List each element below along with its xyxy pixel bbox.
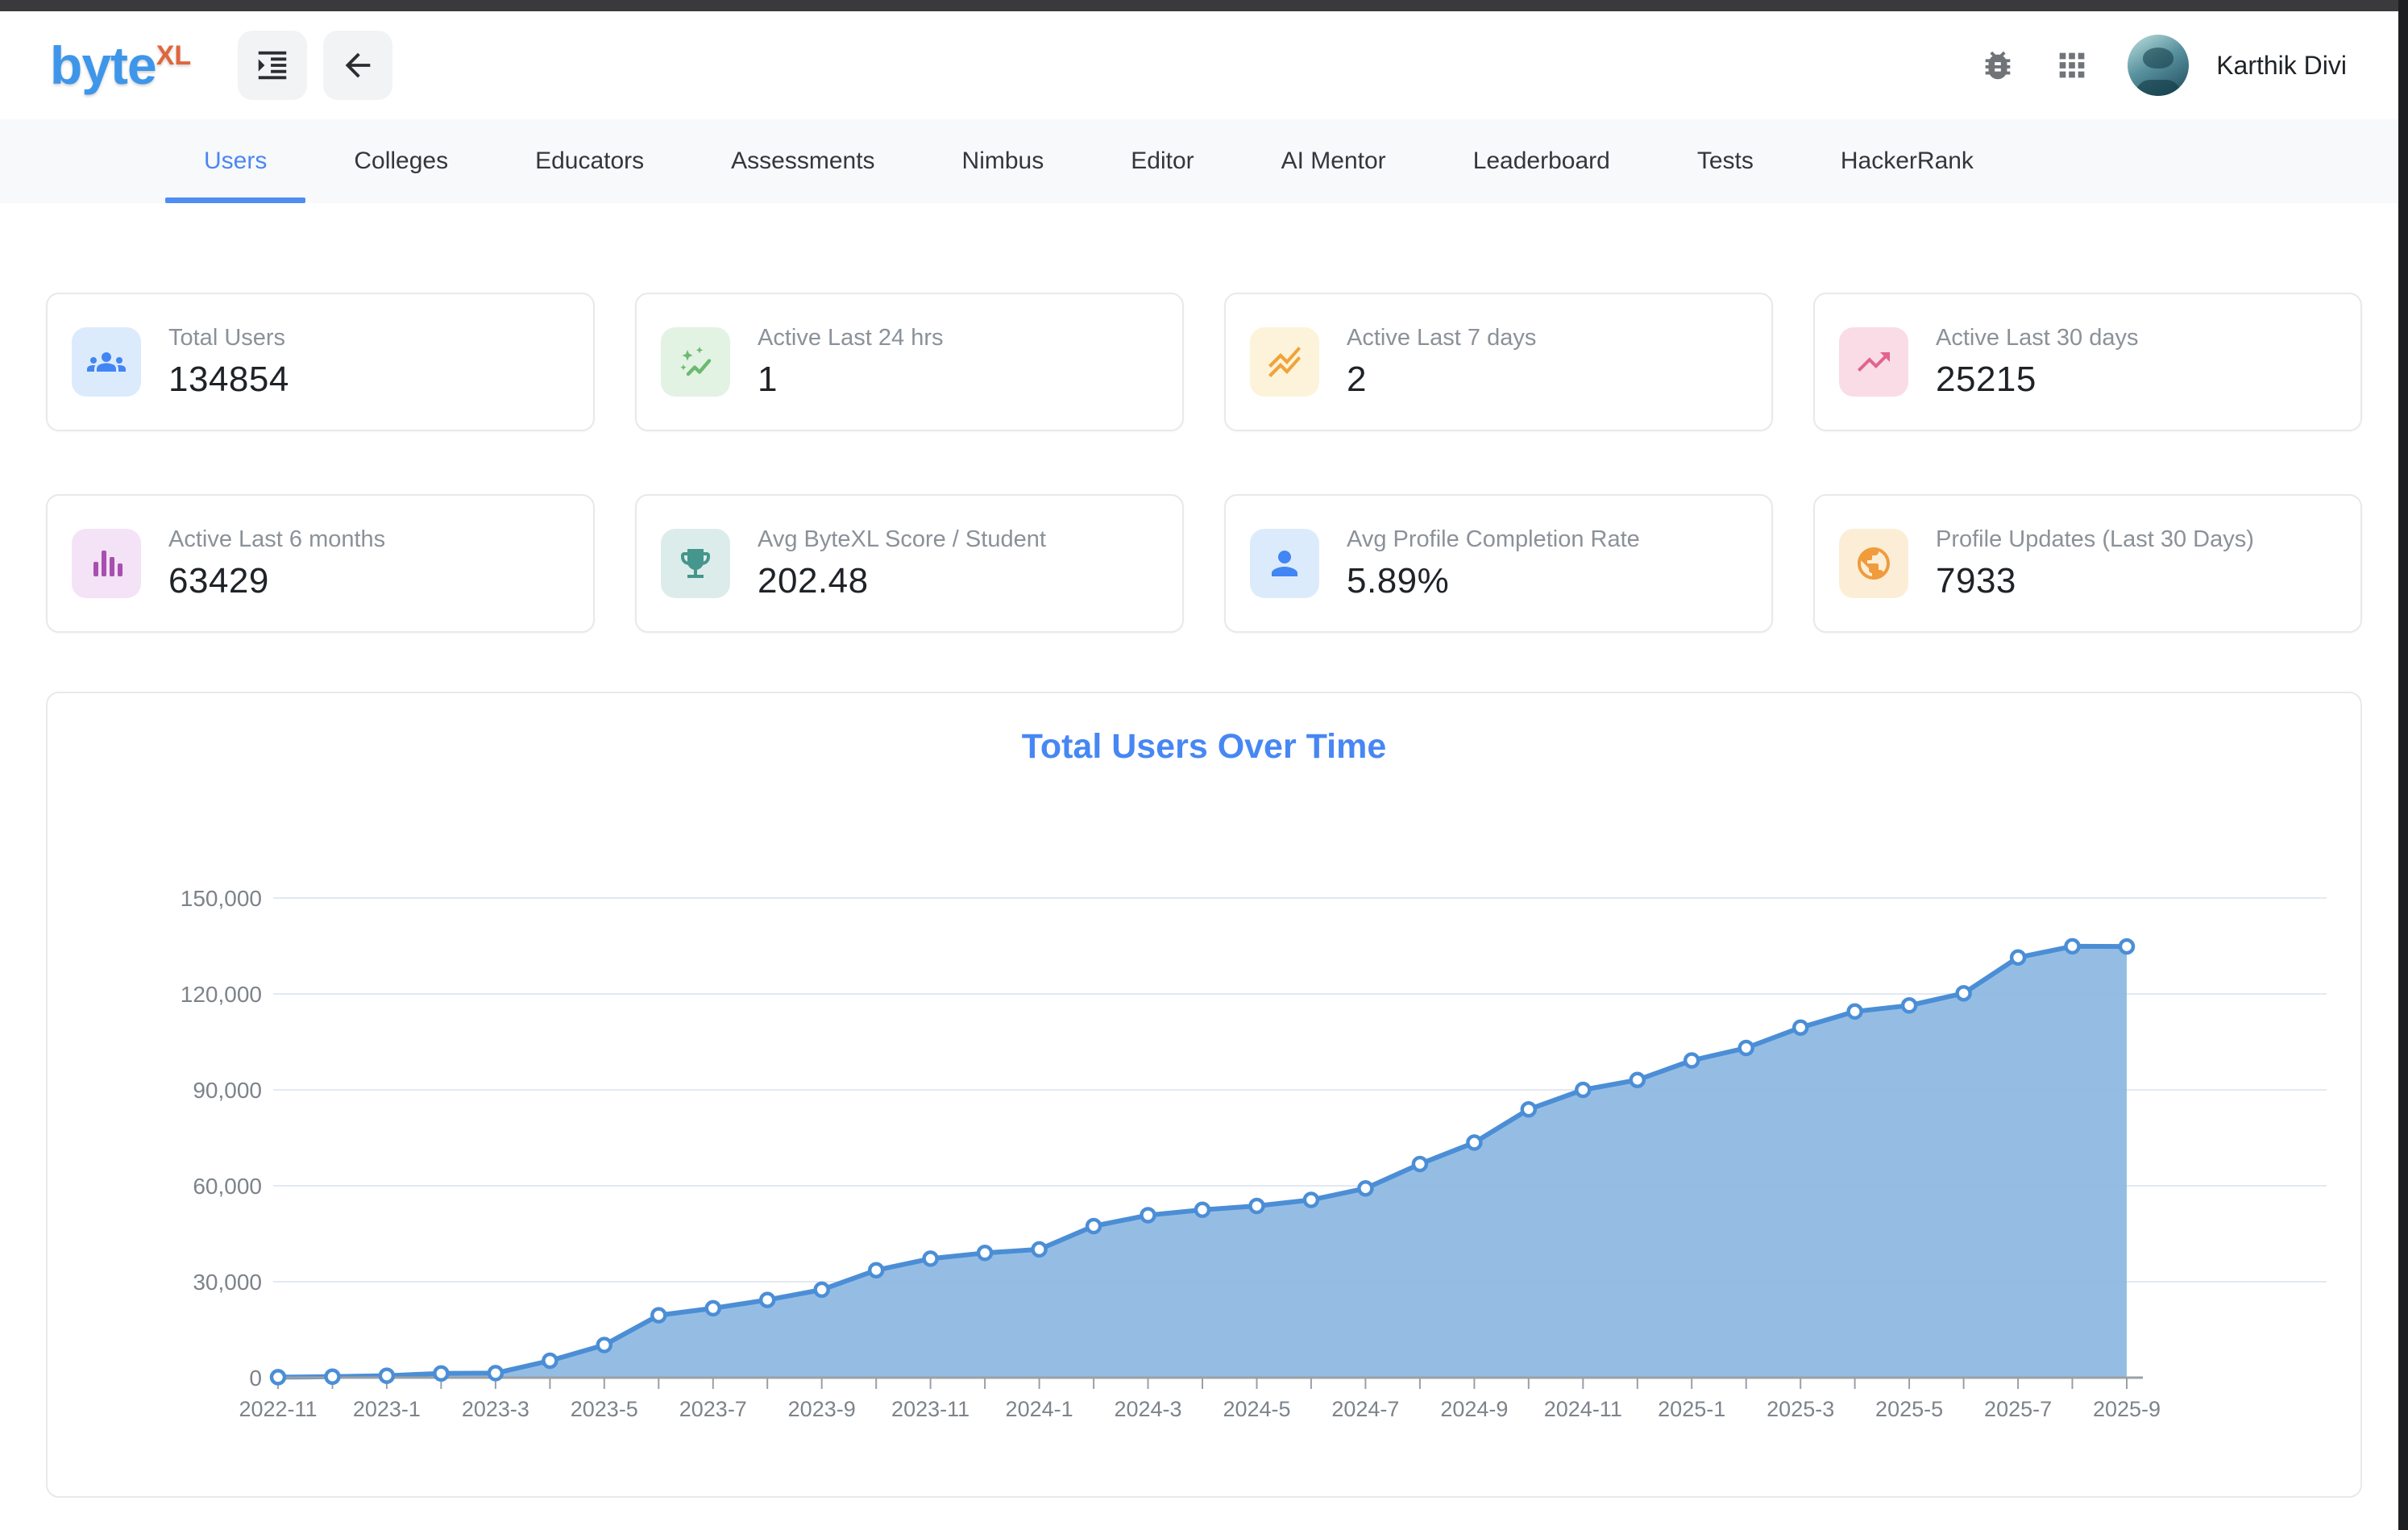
stat-card-value: 202.48 — [758, 561, 1046, 601]
bug-icon[interactable] — [1979, 47, 2016, 84]
stat-card-label: Avg Profile Completion Rate — [1347, 526, 1640, 553]
globe-icon — [1839, 529, 1908, 598]
bytexl-admin-dashboard: byte XL Karthik Divi UsersCollegesEducat… — [0, 0, 2408, 1530]
svg-text:2024-7: 2024-7 — [1331, 1397, 1399, 1421]
chart-title: Total Users Over Time — [48, 727, 2360, 767]
svg-text:2023-3: 2023-3 — [462, 1397, 529, 1421]
user-name[interactable]: Karthik Divi — [2216, 51, 2347, 81]
svg-text:2024-11: 2024-11 — [1544, 1397, 1622, 1421]
svg-text:2023-5: 2023-5 — [571, 1397, 638, 1421]
stat-card-label: Total Users — [168, 325, 289, 351]
svg-text:2023-11: 2023-11 — [891, 1397, 969, 1421]
stat-card: Active Last 6 months 63429 — [46, 494, 595, 633]
logo-suffix: XL — [156, 40, 191, 72]
total-users-over-time-chart: 0 30,000 60,000 90,000 120,000 150,000 2022-11… — [48, 774, 2360, 1451]
stat-card-value: 5.89% — [1347, 561, 1640, 601]
svg-text:2024-9: 2024-9 — [1440, 1397, 1508, 1421]
logo-text: byte — [50, 39, 156, 92]
tab-ai-mentor[interactable]: AI Mentor — [1243, 119, 1425, 203]
sidebar-toggle-button[interactable] — [238, 31, 307, 100]
svg-text:2024-3: 2024-3 — [1114, 1397, 1181, 1421]
back-arrow-icon — [339, 47, 376, 84]
stat-card-value: 2 — [1347, 360, 1536, 400]
stat-card-value: 7933 — [1936, 561, 2254, 601]
stat-card-value: 63429 — [168, 561, 385, 601]
stat-card-label: Active Last 6 months — [168, 526, 385, 553]
svg-text:2025-7: 2025-7 — [1984, 1397, 2052, 1421]
svg-text:30,000: 30,000 — [193, 1270, 262, 1295]
svg-text:120,000: 120,000 — [181, 982, 262, 1007]
svg-text:2024-5: 2024-5 — [1223, 1397, 1290, 1421]
svg-text:2025-3: 2025-3 — [1767, 1397, 1834, 1421]
window-top-strip — [0, 0, 2408, 11]
stat-card: Avg ByteXL Score / Student 202.48 — [635, 494, 1184, 633]
svg-text:150,000: 150,000 — [181, 886, 262, 911]
trophy-icon — [661, 529, 730, 598]
stat-card-label: Active Last 24 hrs — [758, 325, 944, 351]
tab-users[interactable]: Users — [165, 119, 305, 203]
stat-card-label: Avg ByteXL Score / Student — [758, 526, 1046, 553]
apps-grid-icon[interactable] — [2053, 47, 2090, 84]
svg-text:0: 0 — [249, 1366, 262, 1391]
stat-card-value: 134854 — [168, 360, 289, 400]
svg-text:90,000: 90,000 — [193, 1078, 262, 1103]
stat-card: Profile Updates (Last 30 Days) 7933 — [1813, 494, 2362, 633]
back-button[interactable] — [323, 31, 392, 100]
stat-card-label: Active Last 30 days — [1936, 325, 2138, 351]
stat-card-label: Profile Updates (Last 30 Days) — [1936, 526, 2254, 553]
stat-cards-grid: Total Users 134854 Active Last 24 hrs 1 … — [46, 293, 2362, 633]
app-header: byte XL Karthik Divi — [0, 11, 2408, 119]
users-group-icon — [72, 327, 141, 397]
person-icon — [1250, 529, 1319, 598]
indent-menu-icon — [254, 47, 291, 84]
stat-card: Avg Profile Completion Rate 5.89% — [1224, 494, 1773, 633]
svg-text:2024-1: 2024-1 — [1006, 1397, 1073, 1421]
tab-tests[interactable]: Tests — [1659, 119, 1792, 203]
tab-editor[interactable]: Editor — [1092, 119, 1232, 203]
svg-text:60,000: 60,000 — [193, 1174, 262, 1199]
stat-card-value: 1 — [758, 360, 944, 400]
tab-leaderboard[interactable]: Leaderboard — [1434, 119, 1649, 203]
user-avatar[interactable] — [2128, 35, 2189, 96]
svg-text:2023-9: 2023-9 — [788, 1397, 856, 1421]
main-nav-tabs: UsersCollegesEducatorsAssessmentsNimbusE… — [0, 119, 2408, 203]
svg-text:2025-9: 2025-9 — [2093, 1397, 2161, 1421]
stat-card-label: Active Last 7 days — [1347, 325, 1536, 351]
svg-text:2023-1: 2023-1 — [353, 1397, 421, 1421]
trending-up-icon — [1839, 327, 1908, 397]
total-users-chart-card: Total Users Over Time 0 30,000 60,000 90,00… — [46, 692, 2362, 1498]
bar-chart-icon — [72, 529, 141, 598]
tab-hackerrank[interactable]: HackerRank — [1802, 119, 2012, 203]
stat-card: Total Users 134854 — [46, 293, 595, 431]
tab-nimbus[interactable]: Nimbus — [924, 119, 1083, 203]
stat-card: Active Last 7 days 2 — [1224, 293, 1773, 431]
tab-colleges[interactable]: Colleges — [315, 119, 487, 203]
tab-educators[interactable]: Educators — [496, 119, 683, 203]
bytexl-logo[interactable]: byte XL — [50, 39, 191, 92]
sparkle-trend-icon — [661, 327, 730, 397]
svg-text:2023-7: 2023-7 — [679, 1397, 747, 1421]
svg-text:2025-1: 2025-1 — [1658, 1397, 1725, 1421]
stat-card: Active Last 30 days 25215 — [1813, 293, 2362, 431]
stacked-lines-icon — [1250, 327, 1319, 397]
stat-card-value: 25215 — [1936, 360, 2138, 400]
header-right-cluster: Karthik Divi — [1979, 11, 2347, 119]
svg-text:2022-11: 2022-11 — [239, 1397, 317, 1421]
svg-text:2025-5: 2025-5 — [1875, 1397, 1943, 1421]
tab-assessments[interactable]: Assessments — [692, 119, 913, 203]
stat-card: Active Last 24 hrs 1 — [635, 293, 1184, 431]
window-scrollbar[interactable] — [2398, 0, 2408, 1530]
